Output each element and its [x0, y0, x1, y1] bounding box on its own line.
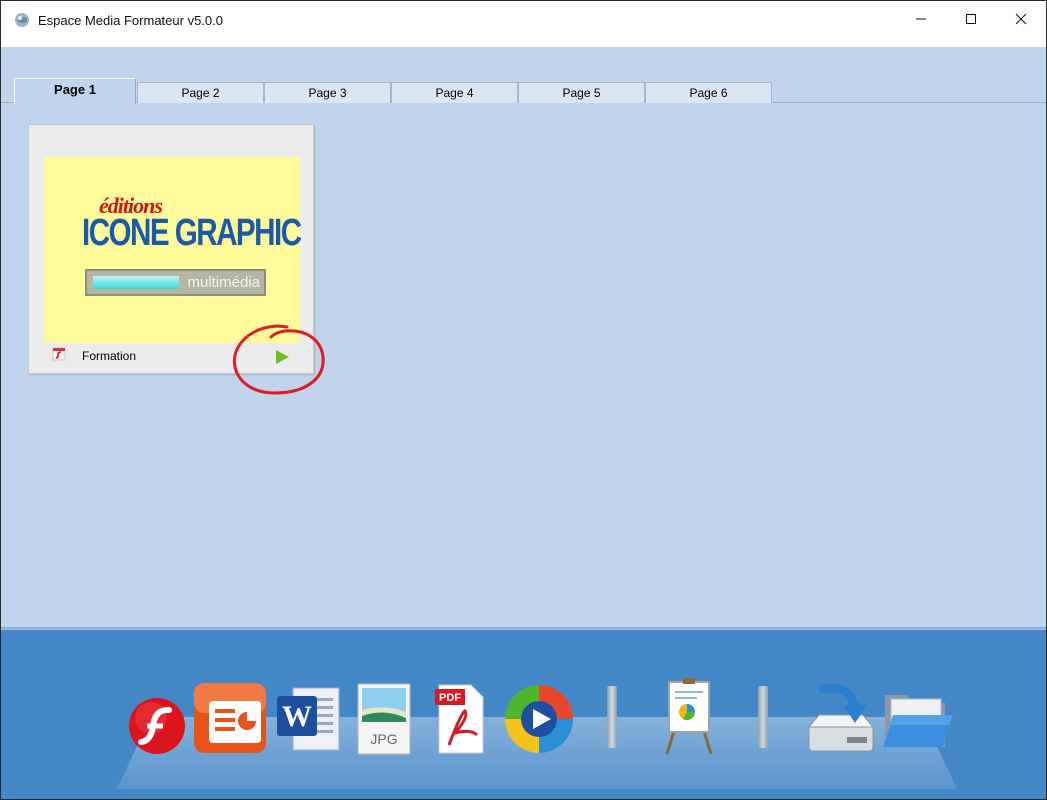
tab-label: Page 3 — [308, 86, 347, 100]
presentation-board-icon[interactable] — [661, 678, 717, 756]
window-controls — [896, 1, 1046, 47]
logo-bar-fill — [93, 276, 179, 289]
logo-multimedia-bar: multimédia — [85, 269, 266, 296]
svg-text:W: W — [282, 700, 312, 733]
tab-label: Page 1 — [54, 82, 96, 97]
play-icon[interactable] — [275, 350, 289, 364]
pdf-icon[interactable]: PDF — [431, 683, 487, 755]
folder-icon[interactable] — [879, 685, 955, 755]
install-drive-icon[interactable] — [803, 681, 879, 757]
window-title: Espace Media Formateur v5.0.0 — [38, 12, 223, 28]
pdf-label: PDF — [439, 692, 461, 704]
tab-page-1[interactable]: Page 1 — [14, 78, 136, 104]
card-thumbnail[interactable]: éditions ICONE GRAPHIC multimédia — [44, 157, 302, 343]
jpg-icon[interactable]: JPG — [356, 682, 412, 756]
jpg-label: JPG — [370, 731, 397, 747]
dock-divider — [758, 686, 768, 748]
tab-page-4[interactable]: Page 4 — [391, 82, 518, 103]
media-player-icon[interactable] — [501, 681, 577, 757]
minimize-button[interactable] — [896, 1, 946, 47]
tab-page-3[interactable]: Page 3 — [264, 82, 391, 103]
tab-label: Page 4 — [435, 86, 474, 100]
maximize-icon — [966, 14, 976, 24]
flash-icon[interactable] — [127, 696, 187, 756]
main-panel: Page 1 Page 2 Page 3 Page 4 Page 5 Page … — [1, 47, 1046, 627]
logo-multimedia-text: multimédia — [187, 274, 260, 291]
app-icon — [15, 13, 29, 27]
title-bar[interactable]: Espace Media Formateur v5.0.0 — [1, 1, 1046, 47]
powerpoint-icon[interactable] — [191, 677, 271, 757]
minimize-icon — [916, 18, 926, 20]
tab-page-6[interactable]: Page 6 — [645, 82, 772, 103]
tab-page-2[interactable]: Page 2 — [137, 82, 264, 103]
tab-label: Page 2 — [181, 86, 220, 100]
maximize-button[interactable] — [946, 1, 996, 47]
dock-divider — [607, 686, 617, 748]
tab-page-5[interactable]: Page 5 — [518, 82, 645, 103]
tab-label: Page 5 — [562, 86, 601, 100]
logo-brand-text: ICONE GRAPHIC — [82, 212, 302, 254]
card-title: Formation — [82, 349, 137, 363]
close-button[interactable] — [996, 1, 1046, 47]
media-card[interactable]: éditions ICONE GRAPHIC multimédia Format… — [28, 124, 314, 374]
flash-file-icon — [52, 347, 66, 361]
app-window: Espace Media Formateur v5.0.0 Page 1 Pag… — [0, 0, 1047, 800]
word-icon[interactable]: W — [273, 684, 343, 756]
tab-label: Page 6 — [689, 86, 728, 100]
close-icon — [1015, 13, 1027, 25]
